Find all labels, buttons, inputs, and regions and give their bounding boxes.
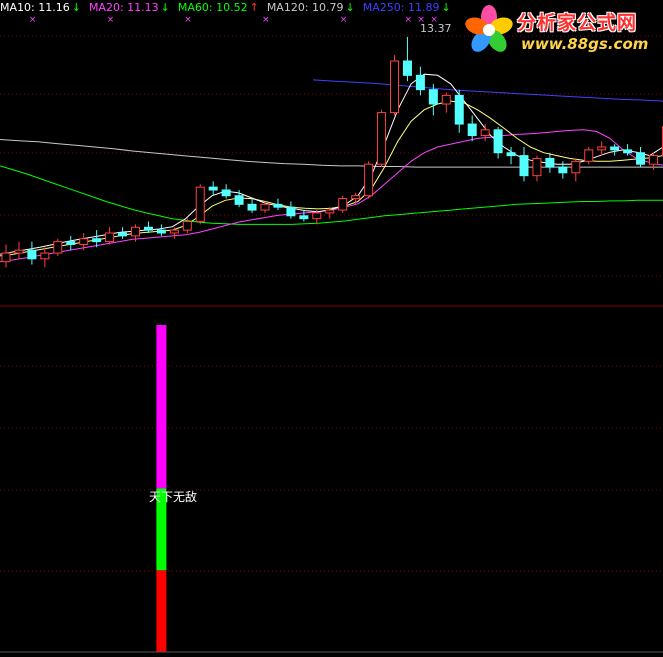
- candle-body: [480, 129, 490, 137]
- candle-body: [467, 123, 477, 137]
- ma-legend: MA10: 11.16 ↓ MA20: 11.13 ↓ MA60: 10.52 ↑ MA12…: [0, 1, 459, 15]
- trend-arrow-icon: ↓: [160, 1, 170, 14]
- signal-marker: ×: [107, 15, 115, 25]
- ma-line-ma250: [312, 79, 663, 102]
- ma-line-ma_yellow: [0, 100, 663, 257]
- candle-body: [377, 112, 387, 165]
- ma-line-ma120: [0, 139, 663, 168]
- candle-body: [402, 60, 412, 76]
- candle-body: [390, 60, 399, 114]
- candle-body: [351, 195, 361, 200]
- candle-body: [208, 186, 218, 191]
- signal-label: 天下无敌: [149, 490, 198, 504]
- candle-body: [415, 74, 425, 91]
- chart-canvas: × × × × × × × ×: [0, 15, 663, 653]
- candle-body: [506, 152, 516, 157]
- candle-body: [118, 232, 128, 237]
- candle-body: [299, 215, 309, 220]
- signal-bar-segment: [156, 570, 167, 652]
- candle-body: [221, 189, 231, 197]
- ma-legend-item: MA120: 10.79: [266, 1, 344, 14]
- peak-price-label: 13.37: [420, 22, 452, 35]
- candle-body: [40, 252, 50, 260]
- candle-body: [325, 209, 335, 214]
- candle-body: [454, 94, 464, 125]
- ma-legend-item: MA250: 11.89: [362, 1, 440, 14]
- trend-arrow-icon: ↓: [441, 1, 451, 14]
- candle-body: [338, 198, 348, 211]
- logo-title: 分析家公式网: [517, 12, 638, 34]
- candle-body: [493, 129, 503, 154]
- flower-logo-icon: [465, 5, 513, 52]
- site-logo: 分析家公式网 www.88gs.com: [461, 2, 657, 60]
- candle-body: [53, 241, 63, 254]
- signal-bar-segment: [156, 325, 167, 489]
- candle-body: [532, 157, 542, 177]
- candle-body: [558, 166, 568, 174]
- ma-line-ma_short: [0, 73, 663, 255]
- ma-legend-item: MA60: 10.52: [177, 1, 248, 14]
- candle-body: [312, 212, 322, 220]
- ma-legend-item: MA20: 11.13: [88, 1, 159, 14]
- candle-body: [27, 249, 37, 260]
- candle-body: [441, 94, 451, 105]
- chart-window: × × × × × × × × MA10: 11.16 ↓ MA20: 11.13 ↓ MA60: 1…: [0, 0, 663, 657]
- candle-body: [597, 146, 607, 151]
- candle-body: [273, 203, 283, 208]
- signal-marker: ×: [262, 15, 270, 25]
- candle-body: [610, 146, 620, 151]
- candle-body: [247, 203, 257, 211]
- candle-body: [636, 152, 646, 165]
- candle-body: [14, 249, 24, 254]
- candle-body: [131, 226, 140, 237]
- candle-body: [260, 203, 270, 211]
- ma-legend-item: MA10: 11.16: [0, 1, 70, 14]
- trend-arrow-icon: ↑: [249, 1, 259, 14]
- signal-marker: ×: [340, 15, 348, 25]
- ma-line-ma60: [0, 165, 663, 225]
- candle-body: [156, 229, 166, 234]
- candle-body: [649, 155, 658, 165]
- candle-body: [105, 232, 115, 243]
- candle-body: [169, 229, 179, 234]
- signal-marker: ×: [404, 15, 412, 25]
- logo-url: www.88gs.com: [521, 35, 649, 53]
- trend-arrow-icon: ↓: [345, 1, 355, 14]
- candle-body: [92, 238, 102, 243]
- candle-body: [79, 238, 89, 245]
- candle-body: [545, 157, 555, 168]
- candle-body: [571, 160, 581, 174]
- candle-body: [182, 221, 192, 231]
- candle-body: [143, 226, 153, 231]
- signal-marker: ×: [184, 15, 192, 25]
- candle-body: [364, 163, 374, 197]
- candle-body: [519, 155, 529, 177]
- candle-body: [1, 252, 11, 263]
- candle-body: [286, 206, 296, 217]
- candle-body: [428, 89, 438, 105]
- signal-marker: ×: [29, 15, 37, 25]
- candle-body: [66, 241, 76, 245]
- trend-arrow-icon: ↓: [71, 1, 81, 14]
- candle-body: [584, 149, 594, 162]
- candle-body: [234, 195, 244, 205]
- candle-body: [623, 149, 633, 154]
- candle-body: [195, 186, 205, 223]
